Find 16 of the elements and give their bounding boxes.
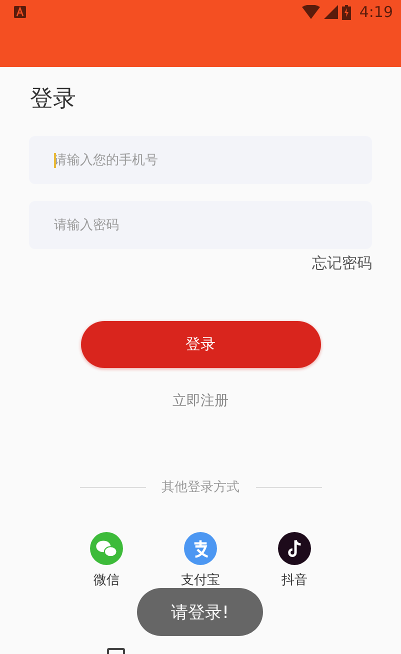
login-option-label[interactable]: 抖音 <box>282 571 308 589</box>
wifi-icon <box>302 5 320 19</box>
login-option-label[interactable]: 支付宝 <box>181 571 220 589</box>
login-button[interactable]: 登录 <box>80 321 320 368</box>
music-note-icon[interactable] <box>278 532 311 565</box>
page-title: 登录 <box>30 85 77 114</box>
notification-icon <box>14 6 26 18</box>
status-time: 4:19 <box>359 3 393 21</box>
login-option-label[interactable]: 微信 <box>94 571 120 589</box>
battery-icon <box>342 4 352 20</box>
toast-message: 请登录! <box>137 588 263 636</box>
password-input-field[interactable]: 请输入密码 <box>29 201 372 249</box>
signal-icon <box>324 5 338 19</box>
payment-icon[interactable] <box>184 532 217 565</box>
forgot-password-link[interactable]: 忘记密码 <box>312 254 372 273</box>
other-login-label: 其他登录方式 <box>162 479 240 496</box>
